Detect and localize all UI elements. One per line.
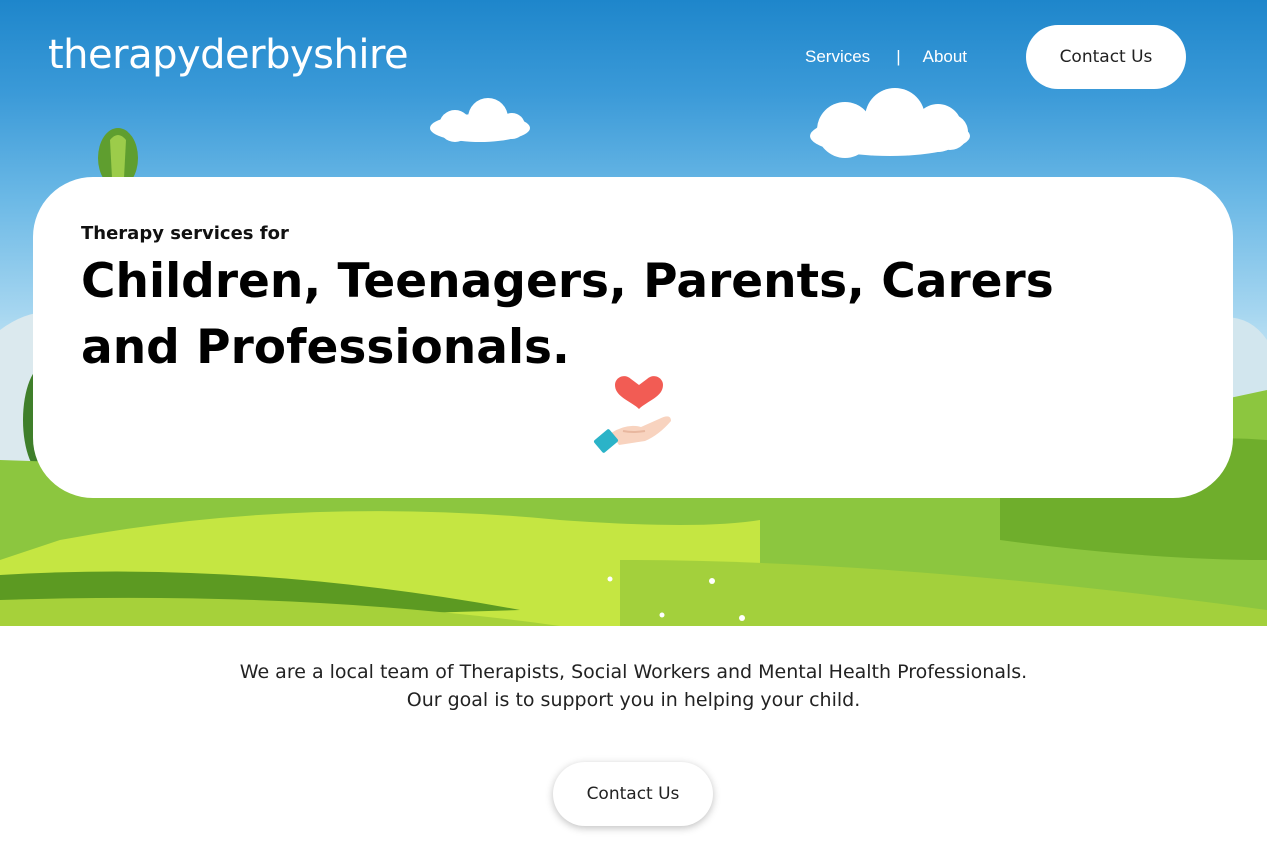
site-logo[interactable]: therapyderbyshire <box>48 32 409 78</box>
hero-card: Therapy services for Children, Teenagers… <box>33 177 1233 498</box>
intro-line-1: We are a local team of Therapists, Socia… <box>239 661 1028 683</box>
cloud-right <box>810 88 970 158</box>
cloud-left <box>430 98 530 142</box>
main-contact-button[interactable]: Contact Us <box>553 762 713 826</box>
hero-kicker: Therapy services for <box>81 223 289 244</box>
main-nav: Services | About <box>805 47 967 67</box>
header-contact-button[interactable]: Contact Us <box>1026 25 1186 89</box>
intro-line-2: Our goal is to support you in helping yo… <box>406 689 861 711</box>
nav-item-services[interactable]: Services <box>805 47 870 67</box>
hero-headline: Children, Teenagers, Parents, Carers and… <box>81 254 1054 375</box>
nav-separator: | <box>896 47 901 66</box>
heart-in-hand-icon <box>594 376 671 453</box>
intro-text: We are a local team of Therapists, Socia… <box>0 658 1267 714</box>
nav-item-about[interactable]: About <box>923 47 967 67</box>
